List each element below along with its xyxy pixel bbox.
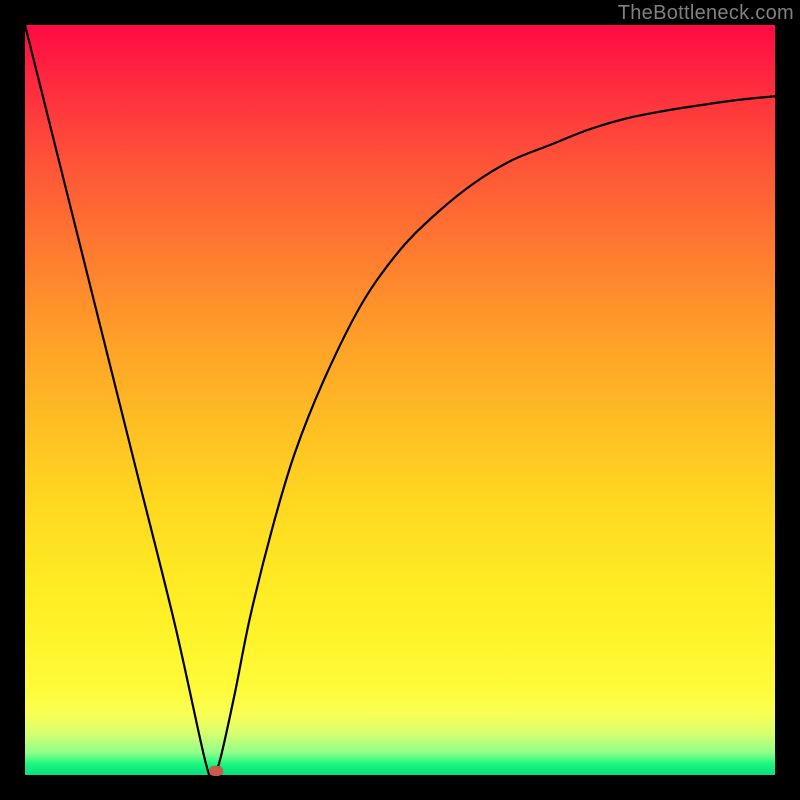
plot-area bbox=[25, 25, 775, 775]
watermark-label: TheBottleneck.com bbox=[618, 2, 794, 25]
bottleneck-curve-path bbox=[25, 25, 775, 775]
curve-svg bbox=[25, 25, 775, 775]
chart-frame: TheBottleneck.com bbox=[0, 0, 800, 800]
optimum-marker bbox=[209, 766, 223, 776]
